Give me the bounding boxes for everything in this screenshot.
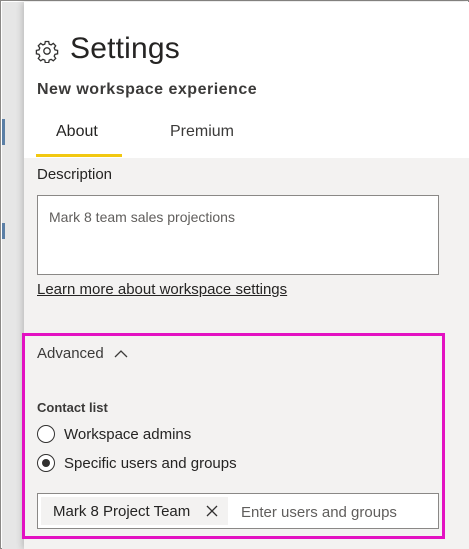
close-icon — [206, 505, 218, 517]
selected-group-chip: Mark 8 Project Team — [41, 497, 229, 525]
learn-more-link[interactable]: Learn more about workspace settings — [37, 281, 287, 298]
page-title: Settings — [70, 32, 180, 65]
tab-selected-indicator — [36, 154, 122, 157]
tab-premium[interactable]: Premium — [170, 123, 234, 141]
background-nav-marker — [2, 119, 5, 145]
chip-label: Mark 8 Project Team — [53, 502, 191, 520]
description-value: Mark 8 team sales projections — [49, 209, 235, 225]
users-groups-input[interactable] — [241, 501, 431, 523]
contact-list-label: Contact list — [37, 400, 108, 415]
chevron-up-icon — [114, 349, 128, 357]
advanced-label: Advanced — [37, 345, 104, 362]
description-textarea[interactable]: Mark 8 team sales projections — [37, 195, 439, 275]
background-app-strip — [2, 2, 24, 549]
settings-pane: Settings New workspace experience About … — [22, 2, 469, 549]
radio-label: Specific users and groups — [64, 454, 237, 472]
page-subtitle: New workspace experience — [37, 81, 258, 98]
background-nav-marker — [2, 223, 5, 239]
advanced-toggle[interactable]: Advanced — [37, 345, 128, 362]
gear-icon — [35, 40, 59, 63]
radio-circle — [37, 425, 55, 443]
remove-chip-button[interactable] — [204, 503, 220, 519]
window-frame: Settings New workspace experience About … — [0, 0, 469, 549]
tab-about[interactable]: About — [56, 123, 98, 141]
description-label: Description — [37, 166, 113, 183]
radio-label: Workspace admins — [64, 425, 192, 443]
settings-header: Settings New workspace experience About … — [24, 2, 469, 158]
radio-circle — [37, 454, 55, 472]
radio-workspace-admins[interactable]: Workspace admins — [37, 425, 191, 443]
settings-content: Description Mark 8 team sales projection… — [22, 158, 469, 549]
people-picker[interactable]: Mark 8 Project Team — [37, 493, 439, 529]
radio-specific-users[interactable]: Specific users and groups — [37, 454, 237, 472]
